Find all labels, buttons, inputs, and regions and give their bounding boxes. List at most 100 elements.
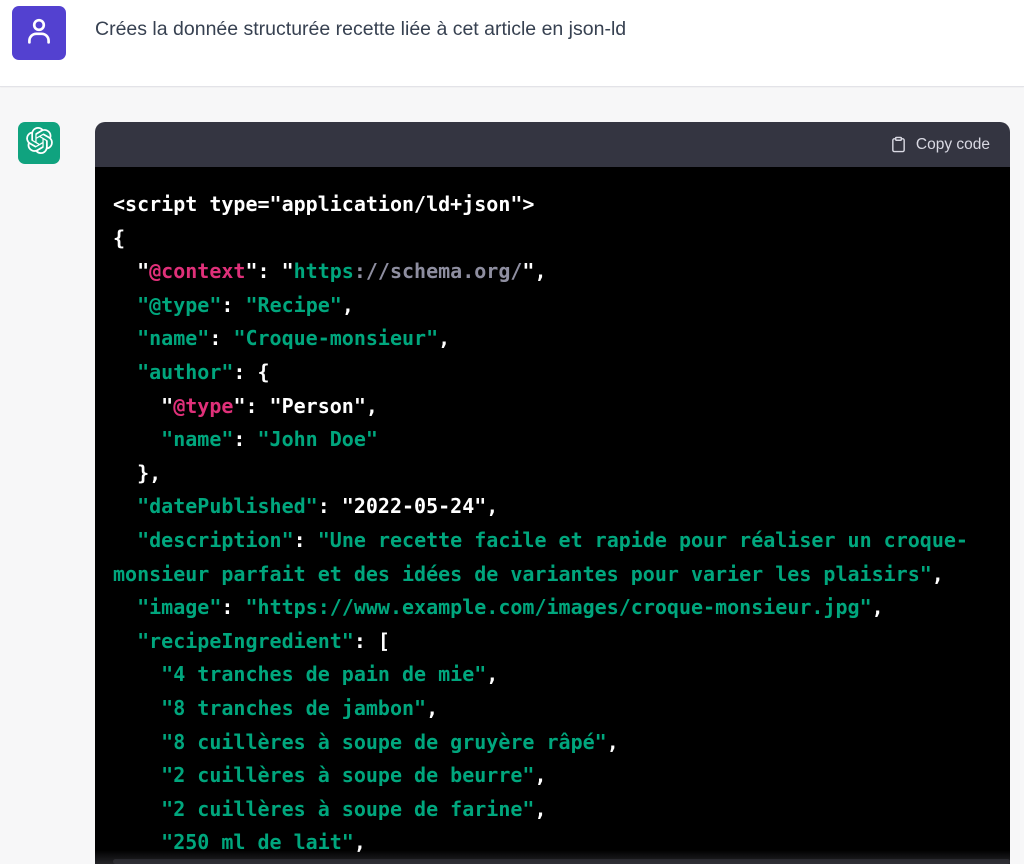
code-token: : "2022-05-24", <box>317 494 499 519</box>
code-token: "@type" <box>137 292 222 317</box>
code-token: ": "Person", <box>233 393 378 418</box>
code-token: : [ <box>353 628 390 653</box>
code-token: monsieur parfait et des idées de variant… <box>113 561 932 586</box>
code-token: "datePublished" <box>137 494 318 519</box>
code-token: "2 cuillères à soupe de beurre" <box>161 763 535 788</box>
assistant-avatar <box>18 122 60 164</box>
user-message-row: Crées la donnée structurée recette liée … <box>0 0 1024 87</box>
code-token: @context <box>149 259 246 284</box>
code-token: , <box>438 326 451 351</box>
user-icon <box>23 15 55 52</box>
code-token: "4 tranches de pain de mie" <box>161 662 487 687</box>
copy-code-label: Copy code <box>915 135 990 153</box>
code-token: "John Doe" <box>257 427 378 452</box>
code-line: "author": { <box>113 356 992 390</box>
code-token: : { <box>233 359 270 384</box>
code-line: { <box>113 222 992 256</box>
code-line: "datePublished": "2022-05-24", <box>113 490 992 524</box>
code-line: "description": "Une recette facile et ra… <box>113 524 992 558</box>
code-line: "@context": "https://schema.org/", <box>113 255 992 289</box>
code-line: "2 cuillères à soupe de farine", <box>113 793 992 827</box>
code-token: : <box>293 527 318 552</box>
code-token: , <box>486 662 499 687</box>
code-token: https <box>293 259 354 284</box>
code-token: }, <box>113 460 162 485</box>
code-block: Copy code <script type="application/ld+j… <box>95 122 1010 864</box>
code-line: "8 tranches de jambon", <box>113 692 992 726</box>
code-token: , <box>931 561 944 586</box>
code-token: , <box>534 796 547 821</box>
code-token: "author" <box>137 359 234 384</box>
code-line: "name": "John Doe" <box>113 423 992 457</box>
code-token: "https://www.example.com/images/croque-m… <box>245 595 872 620</box>
code-line: <script type="application/ld+json"> <box>113 188 992 222</box>
code-line: "250 ml de lait", <box>113 826 992 860</box>
code-token: "description" <box>137 527 294 552</box>
code-token: ": " <box>245 259 294 284</box>
code-token: : <box>233 427 258 452</box>
code-line: "8 cuillères à soupe de gruyère râpé", <box>113 726 992 760</box>
clipboard-icon <box>890 135 907 154</box>
code-token: "name" <box>161 427 234 452</box>
chat-screen: Crées la donnée structurée recette liée … <box>0 0 1024 864</box>
user-message-text: Crées la donnée structurée recette liée … <box>95 18 627 40</box>
code-token: { <box>113 225 126 250</box>
code-token: , <box>426 695 439 720</box>
code-line: monsieur parfait et des idées de variant… <box>113 558 992 592</box>
code-token: ", <box>522 259 547 284</box>
code-line: "2 cuillères à soupe de beurre", <box>113 759 992 793</box>
code-lines: <script type="application/ld+json">{ "@c… <box>113 188 992 860</box>
code-token: "2 cuillères à soupe de farine" <box>161 796 535 821</box>
code-token: , <box>341 292 354 317</box>
code-token: "Une recette facile et rapide pour réali… <box>317 527 968 552</box>
assistant-message-row: Copy code <script type="application/ld+j… <box>0 88 1024 864</box>
code-line: "image": "https://www.example.com/images… <box>113 591 992 625</box>
code-token: " <box>113 259 150 284</box>
code-line: "@type": "Person", <box>113 390 992 424</box>
code-token: , <box>353 830 366 855</box>
code-token: "Croque-monsieur" <box>233 326 439 351</box>
code-line: }, <box>113 457 992 491</box>
code-line: "recipeIngredient": [ <box>113 625 992 659</box>
code-token: "8 tranches de jambon" <box>161 695 427 720</box>
code-token: ://schema.org/ <box>353 259 523 284</box>
user-avatar <box>12 6 66 60</box>
code-token: "8 cuillères à soupe de gruyère râpé" <box>161 729 607 754</box>
code-token: "Recipe" <box>245 292 342 317</box>
code-token: "image" <box>137 595 222 620</box>
code-token: , <box>606 729 619 754</box>
openai-logo-icon <box>25 127 53 159</box>
code-token: <script type="application/ld+json"> <box>113 192 535 216</box>
code-token: , <box>871 595 884 620</box>
code-line: "@type": "Recipe", <box>113 289 992 323</box>
code-token: @type <box>173 393 234 418</box>
code-token: : <box>209 326 234 351</box>
code-area[interactable]: <script type="application/ld+json">{ "@c… <box>95 167 1010 864</box>
code-block-header: Copy code <box>95 122 1010 167</box>
horizontal-scrollbar[interactable] <box>113 859 1010 864</box>
copy-code-button[interactable]: Copy code <box>890 135 990 154</box>
code-token: , <box>534 763 547 788</box>
code-token: "recipeIngredient" <box>137 628 354 653</box>
code-token: : <box>221 292 246 317</box>
code-line: "4 tranches de pain de mie", <box>113 658 992 692</box>
code-token: "name" <box>137 326 210 351</box>
code-token: : <box>221 595 246 620</box>
code-token: " <box>113 393 174 418</box>
code-line: "name": "Croque-monsieur", <box>113 322 992 356</box>
code-token: "250 ml de lait" <box>161 830 354 855</box>
